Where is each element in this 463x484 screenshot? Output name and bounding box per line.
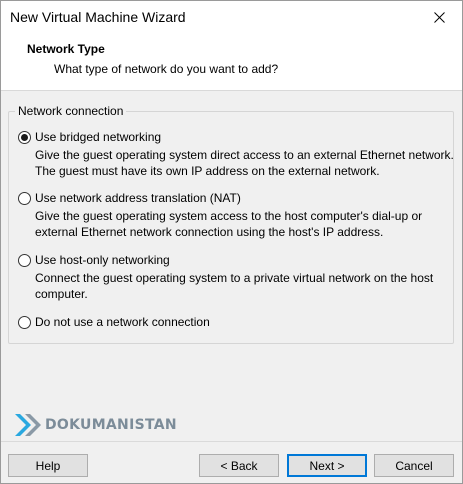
watermark-text: DOKUMANISTAN	[45, 417, 177, 433]
option-nat: Use network address translation (NAT) Gi…	[18, 191, 455, 240]
host-only-radio[interactable]	[18, 254, 31, 267]
no-network-radio[interactable]	[18, 316, 31, 329]
back-button[interactable]: < Back	[199, 454, 279, 477]
bridged-radio[interactable]	[18, 131, 31, 144]
close-button[interactable]	[416, 1, 462, 33]
footer-divider	[1, 441, 462, 442]
nat-label[interactable]: Use network address translation (NAT)	[35, 191, 241, 206]
logo-icon	[15, 414, 41, 436]
host-only-description: Connect the guest operating system to a …	[35, 271, 434, 301]
help-button[interactable]: Help	[8, 454, 88, 477]
radio-selected-dot	[21, 134, 28, 141]
window-title: New Virtual Machine Wizard	[10, 9, 186, 25]
next-button[interactable]: Next >	[287, 454, 367, 477]
title-bar: New Virtual Machine Wizard	[1, 1, 462, 33]
nat-radio[interactable]	[18, 192, 31, 205]
page-subtitle: What type of network do you want to add?	[54, 62, 279, 76]
option-host-only: Use host-only networking Connect the gue…	[18, 253, 455, 302]
option-bridged: Use bridged networking Give the guest op…	[18, 130, 455, 179]
no-network-label[interactable]: Do not use a network connection	[35, 315, 210, 330]
option-no-network: Do not use a network connection	[18, 315, 210, 330]
wizard-header: Network Type What type of network do you…	[1, 33, 462, 91]
host-only-label[interactable]: Use host-only networking	[35, 253, 170, 268]
group-label: Network connection	[15, 104, 127, 118]
bridged-description: Give the guest operating system direct a…	[35, 148, 454, 178]
watermark-logo: DOKUMANISTAN	[13, 412, 177, 438]
page-title: Network Type	[27, 42, 105, 56]
network-connection-group: Network connection Use bridged networkin…	[8, 104, 455, 344]
nat-description: Give the guest operating system access t…	[35, 209, 423, 239]
wizard-window: New Virtual Machine Wizard Network Type …	[0, 0, 463, 484]
cancel-button[interactable]: Cancel	[374, 454, 454, 477]
close-icon	[433, 11, 445, 23]
bridged-label[interactable]: Use bridged networking	[35, 130, 161, 145]
